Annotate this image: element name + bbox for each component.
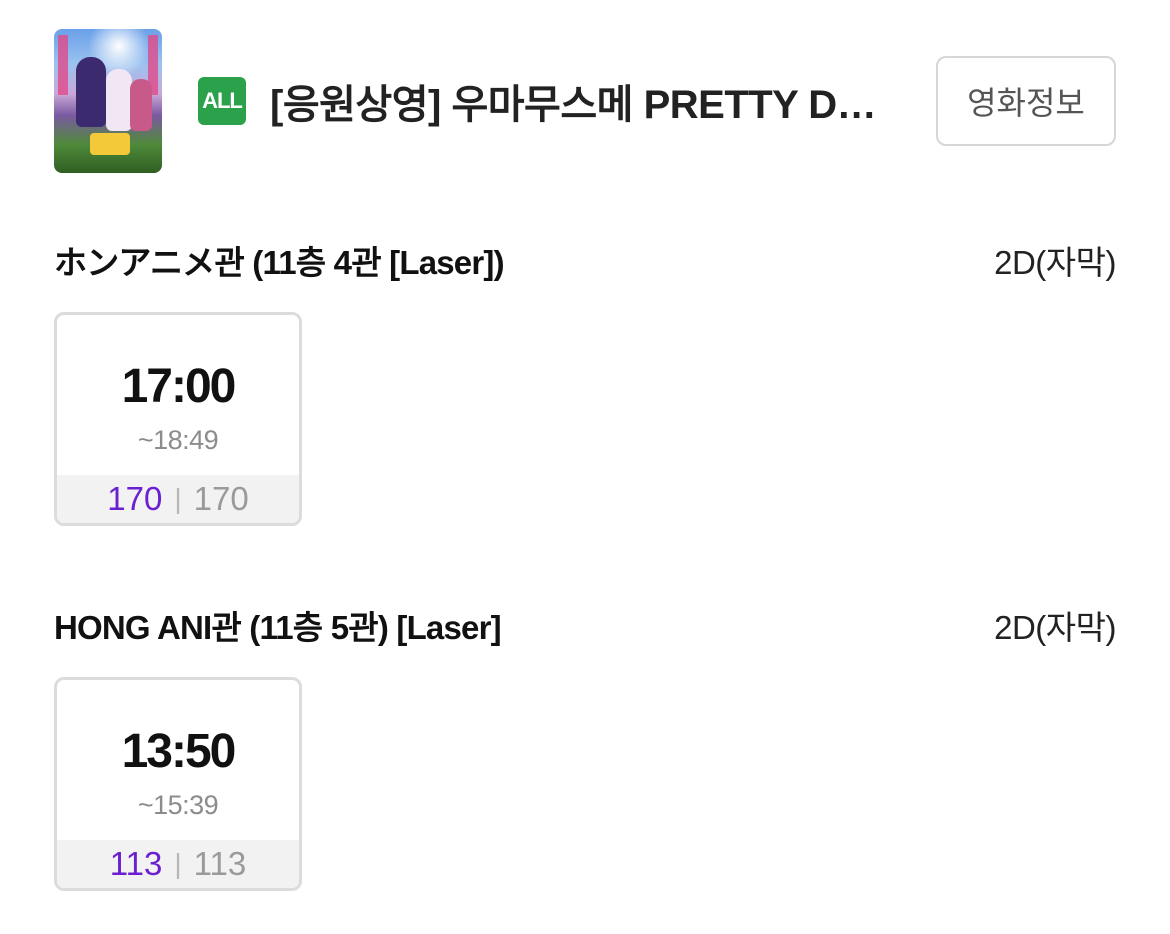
theater-section: ホンアニメ관 (11층 4관 [Laser]) 2D(자막) 17:00 ~18…: [54, 238, 1116, 528]
showtime-end: ~15:39: [137, 790, 219, 820]
age-rating-badge: ALL: [198, 77, 246, 125]
seat-divider: |: [174, 848, 182, 879]
showtime-start: 13:50: [121, 725, 237, 778]
movie-title[interactable]: [응원상영] 우마무스메 PRETTY DERBY: [270, 72, 900, 130]
poster-banner-left: [58, 35, 68, 95]
available-seats: 113: [109, 845, 163, 882]
screening-format: 2D(자막): [994, 244, 1116, 281]
theater-name: HONG ANI관 (11층 5관) [Laser]: [54, 609, 502, 646]
available-seats: 170: [107, 480, 163, 517]
poster-character: [76, 57, 106, 127]
theater-header: HONG ANI관 (11층 5관) [Laser] 2D(자막): [54, 603, 1116, 647]
poster-logo: [90, 133, 130, 155]
showtime-card[interactable]: 17:00 ~18:49 170 | 170: [54, 312, 302, 526]
seat-divider: |: [174, 483, 182, 514]
theater-name: ホンアニメ관 (11층 4관 [Laser]): [54, 244, 505, 281]
theater-header: ホンアニメ관 (11층 4관 [Laser]) 2D(자막): [54, 238, 1116, 282]
movie-info-button[interactable]: 영화정보: [936, 56, 1116, 146]
theater-section: HONG ANI관 (11층 5관) [Laser] 2D(자막) 13:50 …: [54, 603, 1116, 893]
poster-character: [106, 69, 132, 131]
showtime-end: ~18:49: [137, 425, 219, 455]
movie-header: ALL [응원상영] 우마무스메 PRETTY DERBY 영화정보: [54, 29, 1116, 173]
showtime-start: 17:00: [121, 360, 237, 413]
poster-character: [130, 79, 152, 131]
showtime-card[interactable]: 13:50 ~15:39 113 | 113: [54, 677, 302, 891]
seat-count: 170 | 170: [57, 475, 299, 523]
seat-count: 113 | 113: [57, 840, 299, 888]
screening-format: 2D(자막): [994, 609, 1116, 646]
total-seats: 170: [193, 480, 249, 517]
total-seats: 113: [193, 845, 247, 882]
movie-poster[interactable]: [54, 29, 162, 173]
